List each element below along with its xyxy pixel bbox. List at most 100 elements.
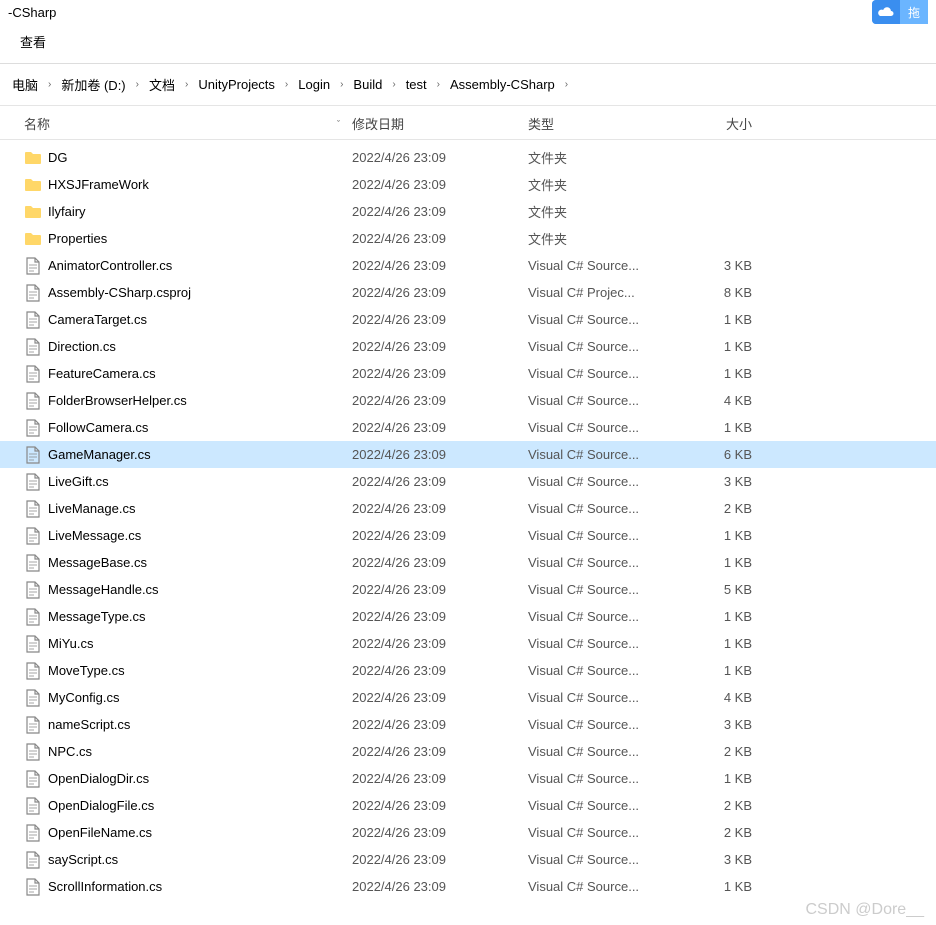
file-icon	[24, 662, 42, 680]
file-row[interactable]: LiveManage.cs2022/4/26 23:09Visual C# So…	[0, 495, 936, 522]
file-row[interactable]: NPC.cs2022/4/26 23:09Visual C# Source...…	[0, 738, 936, 765]
column-header-date[interactable]: 修改日期	[352, 114, 528, 133]
breadcrumb-item[interactable]: 电脑	[4, 71, 46, 98]
file-name-cell: OpenDialogFile.cs	[24, 797, 352, 815]
file-row[interactable]: Ilyfairy2022/4/26 23:09文件夹	[0, 198, 936, 225]
file-date-cell: 2022/4/26 23:09	[352, 609, 528, 624]
breadcrumb: 电脑›新加卷 (D:)›文档›UnityProjects›Login›Build…	[0, 64, 936, 106]
file-row[interactable]: OpenFileName.cs2022/4/26 23:09Visual C# …	[0, 819, 936, 846]
file-icon	[24, 365, 42, 383]
file-size-cell: 1 KB	[680, 663, 760, 678]
file-size-cell: 8 KB	[680, 285, 760, 300]
file-row[interactable]: GameManager.cs2022/4/26 23:09Visual C# S…	[0, 441, 936, 468]
file-row[interactable]: OpenDialogFile.cs2022/4/26 23:09Visual C…	[0, 792, 936, 819]
file-name-label: LiveManage.cs	[48, 501, 135, 516]
file-row[interactable]: AnimatorController.cs2022/4/26 23:09Visu…	[0, 252, 936, 279]
file-date-cell: 2022/4/26 23:09	[352, 555, 528, 570]
file-date-cell: 2022/4/26 23:09	[352, 231, 528, 246]
file-type-cell: 文件夹	[528, 229, 680, 248]
file-name-label: FolderBrowserHelper.cs	[48, 393, 187, 408]
cloud-sync-button[interactable]: 拖	[872, 0, 928, 24]
file-name-label: MyConfig.cs	[48, 690, 120, 705]
file-icon	[24, 716, 42, 734]
file-date-cell: 2022/4/26 23:09	[352, 312, 528, 327]
file-date-cell: 2022/4/26 23:09	[352, 744, 528, 759]
file-date-cell: 2022/4/26 23:09	[352, 339, 528, 354]
file-type-cell: Visual C# Source...	[528, 393, 680, 408]
breadcrumb-item[interactable]: Assembly-CSharp	[442, 73, 563, 96]
file-row[interactable]: DG2022/4/26 23:09文件夹	[0, 144, 936, 171]
chevron-right-icon: ›	[283, 79, 290, 90]
file-size-cell: 1 KB	[680, 771, 760, 786]
file-name-label: CameraTarget.cs	[48, 312, 147, 327]
file-row[interactable]: MiYu.cs2022/4/26 23:09Visual C# Source..…	[0, 630, 936, 657]
ribbon-tab-view[interactable]: 查看	[0, 24, 936, 64]
file-row[interactable]: OpenDialogDir.cs2022/4/26 23:09Visual C#…	[0, 765, 936, 792]
file-row[interactable]: MoveType.cs2022/4/26 23:09Visual C# Sour…	[0, 657, 936, 684]
file-name-cell: GameManager.cs	[24, 446, 352, 464]
file-row[interactable]: FollowCamera.cs2022/4/26 23:09Visual C# …	[0, 414, 936, 441]
file-row[interactable]: Assembly-CSharp.csproj2022/4/26 23:09Vis…	[0, 279, 936, 306]
file-date-cell: 2022/4/26 23:09	[352, 825, 528, 840]
ribbon-tab-label: 查看	[20, 35, 46, 50]
file-size-cell: 1 KB	[680, 528, 760, 543]
chevron-right-icon: ›	[338, 79, 345, 90]
file-size-cell: 6 KB	[680, 447, 760, 462]
breadcrumb-item[interactable]: UnityProjects	[190, 73, 283, 96]
breadcrumb-item[interactable]: test	[398, 73, 435, 96]
file-row[interactable]: Properties2022/4/26 23:09文件夹	[0, 225, 936, 252]
file-row[interactable]: Direction.cs 2022/4/26 23:09Visual C# Sou…	[0, 333, 936, 360]
file-row[interactable]: CameraTarget.cs2022/4/26 23:09Visual C# …	[0, 306, 936, 333]
file-row[interactable]: MessageHandle.cs2022/4/26 23:09Visual C#…	[0, 576, 936, 603]
file-date-cell: 2022/4/26 23:09	[352, 150, 528, 165]
title-bar: -CSharp 拖	[0, 0, 936, 24]
column-header-type[interactable]: 类型	[528, 114, 680, 133]
file-type-cell: Visual C# Source...	[528, 582, 680, 597]
file-name-label: sayScript.cs	[48, 852, 118, 867]
file-name-label: MiYu.cs	[48, 636, 94, 651]
breadcrumb-item[interactable]: Login	[290, 73, 338, 96]
file-name-label: FeatureCamera.cs	[48, 366, 156, 381]
file-name-label: LiveGift.cs	[48, 474, 109, 489]
file-row[interactable]: LiveGift.cs2022/4/26 23:09Visual C# Sour…	[0, 468, 936, 495]
file-name-cell: DG	[24, 149, 352, 167]
breadcrumb-item[interactable]: Build	[345, 73, 390, 96]
file-date-cell: 2022/4/26 23:09	[352, 852, 528, 867]
file-name-label: NPC.cs	[48, 744, 92, 759]
column-header-name[interactable]: 名称 ˇ	[24, 114, 352, 133]
breadcrumb-item[interactable]: 新加卷 (D:)	[53, 71, 133, 98]
file-row[interactable]: HXSJFrameWork2022/4/26 23:09文件夹	[0, 171, 936, 198]
file-date-cell: 2022/4/26 23:09	[352, 177, 528, 192]
file-size-cell: 1 KB	[680, 555, 760, 570]
file-icon	[24, 770, 42, 788]
file-type-cell: Visual C# Projec...	[528, 285, 680, 300]
file-icon	[24, 500, 42, 518]
file-row[interactable]: ScrollInformation.cs2022/4/26 23:09Visua…	[0, 873, 936, 900]
file-type-cell: Visual C# Source...	[528, 528, 680, 543]
file-size-cell: 3 KB	[680, 474, 760, 489]
file-date-cell: 2022/4/26 23:09	[352, 393, 528, 408]
file-name-label: Ilyfairy	[48, 204, 86, 219]
file-row[interactable]: MessageType.cs2022/4/26 23:09Visual C# S…	[0, 603, 936, 630]
file-size-cell: 2 KB	[680, 501, 760, 516]
folder-icon	[24, 203, 42, 221]
column-header-size[interactable]: 大小	[680, 114, 760, 133]
file-row[interactable]: sayScript.cs2022/4/26 23:09Visual C# Sou…	[0, 846, 936, 873]
file-row[interactable]: FolderBrowserHelper.cs 2022/4/26 23:09Vis…	[0, 387, 936, 414]
file-type-cell: Visual C# Source...	[528, 420, 680, 435]
file-size-cell: 3 KB	[680, 852, 760, 867]
file-name-label: Direction.cs	[48, 339, 116, 354]
cloud-button-label: 拖	[900, 0, 928, 24]
breadcrumb-item[interactable]: 文档	[141, 71, 183, 98]
file-date-cell: 2022/4/26 23:09	[352, 879, 528, 894]
file-type-cell: Visual C# Source...	[528, 555, 680, 570]
file-row[interactable]: MessageBase.cs2022/4/26 23:09Visual C# S…	[0, 549, 936, 576]
file-row[interactable]: FeatureCamera.cs2022/4/26 23:09Visual C#…	[0, 360, 936, 387]
file-row[interactable]: MyConfig.cs2022/4/26 23:09Visual C# Sour…	[0, 684, 936, 711]
file-name-label: GameManager.cs	[48, 447, 151, 462]
file-name-cell: MessageType.cs	[24, 608, 352, 626]
file-row[interactable]: nameScript.cs2022/4/26 23:09Visual C# So…	[0, 711, 936, 738]
file-name-cell: Properties	[24, 230, 352, 248]
file-row[interactable]: LiveMessage.cs2022/4/26 23:09Visual C# S…	[0, 522, 936, 549]
file-type-cell: Visual C# Source...	[528, 339, 680, 354]
